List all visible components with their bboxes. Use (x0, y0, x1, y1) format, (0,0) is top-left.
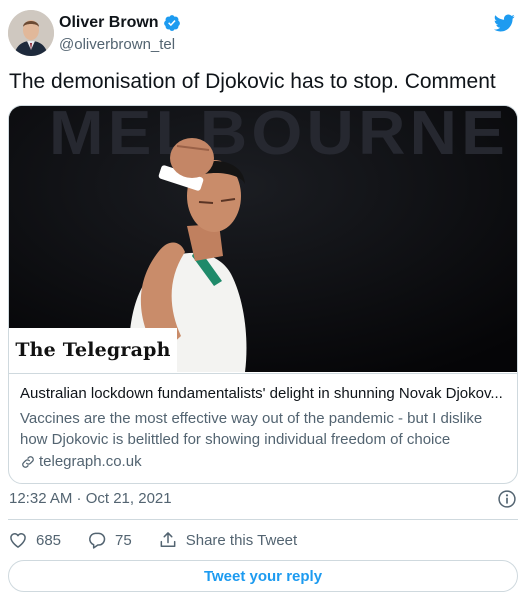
card-image[interactable]: MELBOURNE The Telegraph (9, 106, 517, 372)
card-link[interactable]: telegraph.co.uk (20, 453, 142, 470)
tweet-your-reply-button[interactable]: Tweet your reply (8, 560, 518, 592)
link-icon (22, 455, 34, 468)
heart-icon (10, 533, 26, 548)
author-name[interactable]: Oliver Brown (59, 14, 181, 32)
card-link-text[interactable]: telegraph.co.uk (39, 453, 142, 470)
divider (8, 519, 518, 520)
verified-badge-icon (163, 15, 180, 31)
reply-action-button[interactable]: 75 (87, 530, 132, 550)
share-icon (160, 532, 176, 547)
twitter-bird-icon[interactable] (492, 12, 516, 34)
masthead-text: The Telegraph (15, 339, 171, 361)
card-title[interactable]: Australian lockdown fundamentalists' del… (20, 385, 504, 402)
reply-count: 75 (115, 531, 132, 549)
tweet-header: Oliver Brown @oliverbrown_tel (0, 0, 530, 62)
card-body[interactable]: Australian lockdown fundamentalists' del… (9, 373, 517, 483)
tweet-text: The demonisation of Djokovic has to stop… (9, 70, 496, 93)
like-count: 685 (36, 531, 62, 549)
background-venue-text: MELBOURNE (49, 106, 509, 168)
card-description: Vaccines are the most effective way out … (20, 410, 483, 448)
reply-icon (89, 532, 106, 549)
share-button[interactable]: Share this Tweet (158, 530, 297, 550)
info-icon[interactable] (497, 489, 517, 509)
tweet-timestamp[interactable]: 12:32 AM · Oct 21, 2021 (9, 490, 172, 507)
link-card[interactable]: MELBOURNE The Telegraph Australian lockd… (8, 105, 518, 484)
author-name-text[interactable]: Oliver Brown (59, 14, 159, 32)
avatar[interactable] (8, 10, 54, 56)
tweet-actions: 685 75 Share this Tweet (8, 528, 323, 552)
like-button[interactable]: 685 (8, 530, 61, 550)
publisher-masthead: The Telegraph (9, 328, 177, 372)
share-label: Share this Tweet (185, 531, 298, 549)
author-handle[interactable]: @oliverbrown_tel (59, 36, 175, 53)
